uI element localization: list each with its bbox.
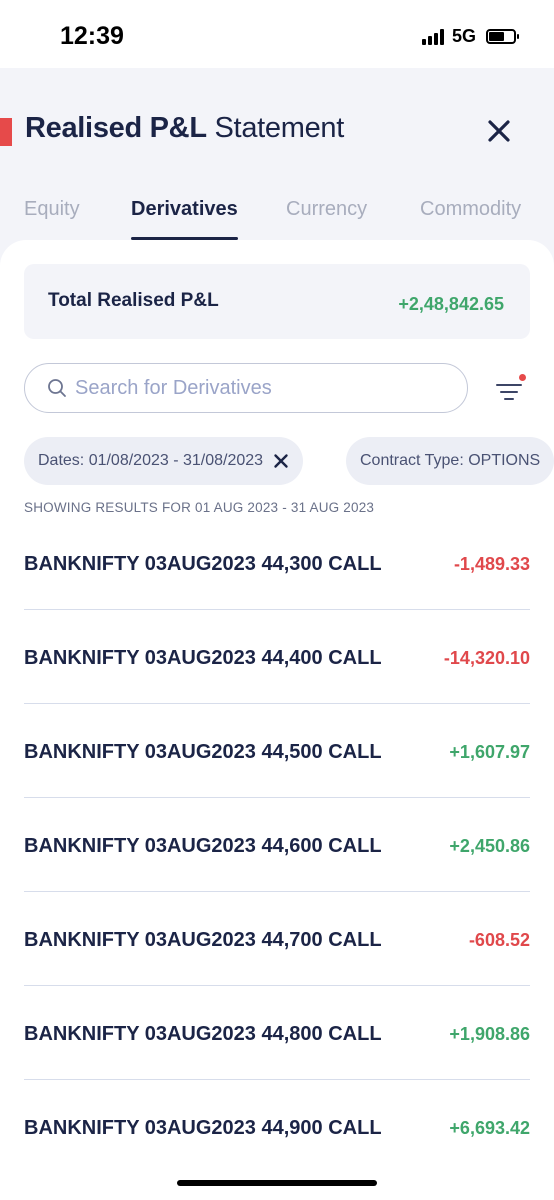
search-icon (48, 379, 66, 397)
tab-currency[interactable]: Currency (286, 198, 367, 240)
total-pnl-value: +2,48,842.65 (398, 294, 504, 314)
pnl-list: BANKNIFTY 03AUG2023 44,300 CALL -1,489.3… (24, 516, 530, 1174)
contract-name: BANKNIFTY 03AUG2023 44,600 CALL (24, 835, 382, 857)
list-item[interactable]: BANKNIFTY 03AUG2023 44,900 CALL +6,693.4… (24, 1080, 530, 1174)
list-item[interactable]: BANKNIFTY 03AUG2023 44,400 CALL -14,320.… (24, 610, 530, 704)
tab-bar: Equity Derivatives Currency Commodity (0, 198, 554, 240)
filter-chip-contract-type-label: Contract Type: OPTIONS (360, 452, 541, 469)
list-item[interactable]: BANKNIFTY 03AUG2023 44,800 CALL +1,908.8… (24, 986, 530, 1080)
close-button[interactable] (482, 114, 516, 148)
signal-icon (421, 28, 444, 45)
status-icons: 5G (421, 26, 519, 47)
search-box[interactable] (24, 363, 468, 413)
tab-equity[interactable]: Equity (24, 198, 80, 240)
status-time: 12:39 (60, 22, 124, 50)
list-item[interactable]: BANKNIFTY 03AUG2023 44,500 CALL +1,607.9… (24, 704, 530, 798)
filter-chip-dates[interactable]: Dates: 01/08/2023 - 31/08/2023 (24, 437, 304, 485)
filter-chip-contract-type[interactable]: Contract Type: OPTIONS (346, 437, 554, 485)
contract-name: BANKNIFTY 03AUG2023 44,900 CALL (24, 1117, 382, 1139)
contract-name: BANKNIFTY 03AUG2023 44,500 CALL (24, 741, 382, 763)
status-bar: 12:39 5G (0, 0, 554, 68)
tab-derivatives[interactable]: Derivatives (131, 198, 238, 240)
pnl-value: +1,908.86 (449, 1024, 530, 1044)
results-range-note: SHOWING RESULTS FOR 01 AUG 2023 - 31 AUG… (24, 500, 375, 515)
page-header: Realised P&L Statement Equity Derivative… (0, 68, 554, 240)
accent-bar (0, 118, 12, 146)
filter-active-dot (519, 374, 526, 381)
contract-name: BANKNIFTY 03AUG2023 44,700 CALL (24, 929, 382, 951)
total-pnl-label: Total Realised P&L (48, 290, 219, 311)
home-indicator[interactable] (177, 1180, 377, 1186)
pnl-value: +2,450.86 (449, 836, 530, 856)
filter-chip-dates-label: Dates: 01/08/2023 - 31/08/2023 (38, 452, 264, 469)
close-icon[interactable] (273, 453, 289, 469)
filter-button[interactable] (494, 374, 530, 404)
pnl-value: +6,693.42 (449, 1118, 530, 1138)
page-title-rest: Statement (214, 112, 345, 144)
contract-name: BANKNIFTY 03AUG2023 44,300 CALL (24, 553, 382, 575)
tab-commodity[interactable]: Commodity (420, 198, 521, 240)
battery-icon (486, 29, 519, 44)
content-sheet: Total Realised P&L +2,48,842.65 Dates: 0… (0, 240, 554, 1200)
total-pnl-card: Total Realised P&L +2,48,842.65 (24, 264, 530, 339)
pnl-value: +1,607.97 (449, 742, 530, 762)
close-icon (488, 120, 510, 142)
pnl-value: -1,489.33 (453, 554, 530, 574)
contract-name: BANKNIFTY 03AUG2023 44,800 CALL (24, 1023, 382, 1045)
page-title-bold: Realised P&L (25, 112, 207, 144)
list-item[interactable]: BANKNIFTY 03AUG2023 44,300 CALL -1,489.3… (24, 516, 530, 610)
network-label: 5G (451, 26, 476, 46)
pnl-value: -608.52 (468, 930, 530, 950)
page-title: Realised P&L Statement (25, 112, 344, 145)
search-input[interactable] (75, 366, 455, 410)
list-item[interactable]: BANKNIFTY 03AUG2023 44,700 CALL -608.52 (24, 892, 530, 986)
list-item[interactable]: BANKNIFTY 03AUG2023 44,600 CALL +2,450.8… (24, 798, 530, 892)
contract-name: BANKNIFTY 03AUG2023 44,400 CALL (24, 647, 382, 669)
pnl-value: -14,320.10 (443, 648, 530, 668)
